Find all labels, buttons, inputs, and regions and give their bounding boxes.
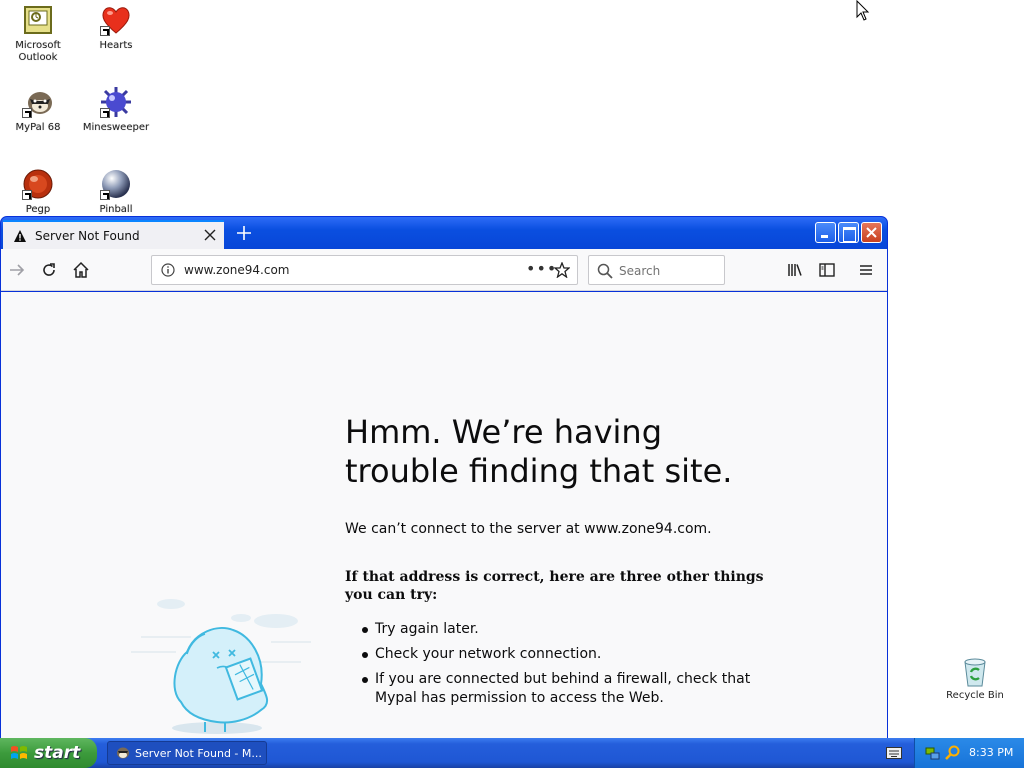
system-tray: 8:33 PM	[914, 738, 1024, 768]
error-page: Hmm. We’re having trouble finding that s…	[1, 292, 887, 738]
library-button[interactable]	[783, 258, 807, 282]
desktop-icon-pinball[interactable]: Pinball	[78, 168, 154, 216]
error-illustration	[131, 599, 311, 734]
close-window-button[interactable]	[861, 222, 882, 243]
sidebar-icon	[819, 263, 835, 277]
browser-window: Server Not Found www.zone94.com ••• Sear…	[0, 216, 888, 738]
desktop-icon-pegp[interactable]: Pegp	[0, 168, 76, 216]
shortcut-arrow-icon	[100, 26, 110, 36]
clock: 8:33 PM	[969, 746, 1014, 759]
keyboard-icon[interactable]	[886, 747, 902, 759]
desktop-icon-hearts[interactable]: Hearts	[78, 4, 154, 52]
desktop-icon-label: Hearts	[99, 40, 133, 51]
desktop-icon-mypal[interactable]: MyPal 68	[0, 86, 76, 134]
suggestion-item: Check your network connection.	[359, 645, 759, 664]
desktop-icon-label: MyPal 68	[15, 122, 61, 133]
reload-icon	[43, 263, 55, 276]
desktop-icon-minesweeper[interactable]: Minesweeper	[78, 86, 154, 134]
shortcut-arrow-icon	[100, 108, 110, 118]
tab-title: Server Not Found	[35, 228, 140, 243]
navigation-toolbar: www.zone94.com •••	[1, 249, 887, 291]
address-bar[interactable]: www.zone94.com •••	[151, 255, 578, 285]
home-button[interactable]	[69, 258, 93, 282]
shortcut-arrow-icon	[100, 190, 110, 200]
desktop-icon-recycle-bin[interactable]: Recycle Bin	[940, 656, 1010, 701]
arrow-right-icon	[10, 264, 25, 276]
close-tab-button[interactable]	[202, 227, 218, 243]
info-icon[interactable]	[161, 263, 175, 277]
mypal-icon	[117, 747, 129, 759]
desktop-icon-label: Pegp	[25, 204, 51, 215]
page-actions-menu-icon[interactable]: •••	[526, 259, 557, 278]
tab-server-not-found[interactable]: Server Not Found	[3, 220, 224, 249]
minimize-button[interactable]	[815, 222, 836, 243]
taskbar-item-browser[interactable]: Server Not Found - M...	[107, 741, 267, 765]
mouse-cursor-icon	[856, 0, 870, 21]
hamburger-menu-icon	[860, 265, 872, 275]
plus-icon	[237, 226, 251, 240]
taskbar: start Server Not Found - M... 8:33 PM	[0, 738, 1024, 768]
suggestion-item: Try again later.	[359, 620, 759, 639]
home-icon	[73, 261, 89, 278]
start-label: start	[34, 743, 81, 763]
start-button[interactable]: start	[0, 738, 97, 768]
suggestions-list: Try again later. Check your network conn…	[359, 620, 759, 714]
reload-button[interactable]	[37, 258, 61, 282]
network-icon[interactable]	[925, 745, 941, 761]
close-icon	[204, 229, 216, 241]
maximize-button[interactable]	[838, 222, 859, 243]
warning-icon	[14, 229, 26, 242]
search-box[interactable]	[588, 255, 725, 285]
minesweeper-icon	[100, 86, 132, 118]
desktop-icon-label: Pinball	[99, 204, 133, 215]
error-title: Hmm. We’re having trouble finding that s…	[345, 413, 733, 490]
taskbar-item-label: Server Not Found - M...	[135, 746, 262, 760]
forward-button[interactable]	[5, 258, 29, 282]
shortcut-arrow-icon	[22, 108, 32, 118]
pegp-icon	[22, 168, 54, 200]
shortcut-arrow-icon	[22, 190, 32, 200]
desktop-icon-outlook[interactable]: Microsoft Outlook	[0, 4, 76, 64]
desktop-icon-label: Microsoft Outlook	[15, 40, 61, 63]
sidebar-toggle-button[interactable]	[815, 258, 839, 282]
menu-button[interactable]	[854, 258, 878, 282]
windows-logo-icon	[11, 746, 27, 759]
error-description: We can’t connect to the server at www.zo…	[345, 521, 712, 537]
new-tab-button[interactable]	[231, 221, 257, 245]
mypal-icon	[22, 86, 54, 118]
search-icon[interactable]	[945, 745, 961, 761]
hearts-icon	[100, 4, 132, 36]
close-icon	[866, 227, 877, 238]
suggestion-item: If you are connected but behind a firewa…	[359, 670, 759, 708]
title-bar[interactable]: Server Not Found	[1, 217, 887, 249]
pinball-icon	[100, 168, 132, 200]
error-suggestions-heading: If that address is correct, here are thr…	[345, 569, 764, 603]
bookmark-star-icon[interactable]	[554, 262, 570, 278]
recycle-bin-icon	[964, 658, 986, 687]
desktop-icon-label: Recycle Bin	[946, 690, 1004, 701]
search-input[interactable]	[619, 262, 719, 279]
desktop-icon-label: Minesweeper	[82, 122, 150, 133]
library-icon	[788, 264, 802, 276]
search-icon	[597, 263, 613, 279]
url-text[interactable]: www.zone94.com	[184, 263, 290, 277]
outlook-icon	[22, 4, 54, 36]
